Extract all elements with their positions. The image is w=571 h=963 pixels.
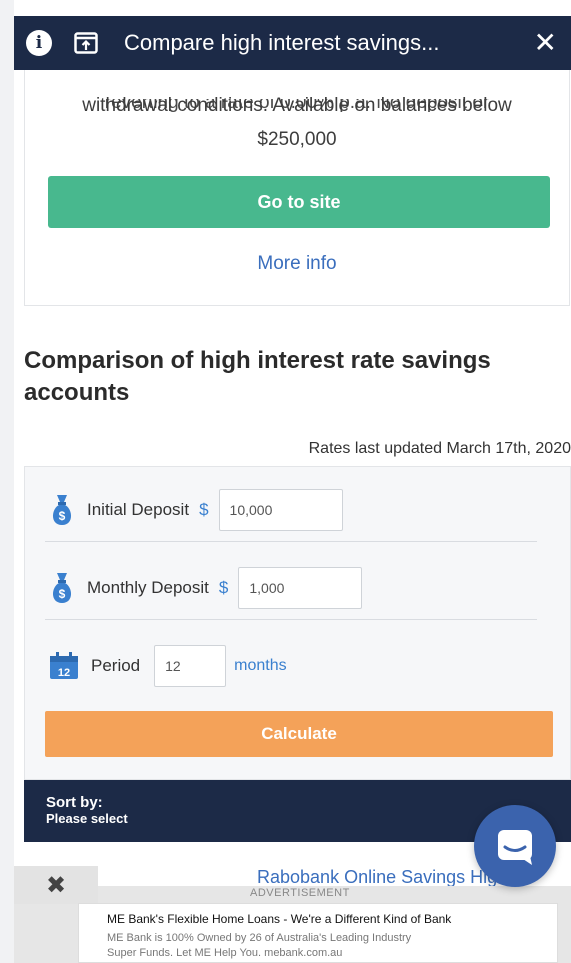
initial-deposit-input[interactable]: 10,000 <box>218 489 343 531</box>
bank-product-link[interactable]: Rabobank Online Savings High <box>257 867 507 888</box>
ad-content[interactable]: ME Bank's Flexible Home Loans - We're a … <box>78 903 558 963</box>
monthly-deposit-row: $ Monthly Deposit $ 1,000 <box>49 565 537 611</box>
go-to-site-button[interactable]: Go to site <box>48 176 550 228</box>
calendar-number: 12 <box>58 667 70 679</box>
divider <box>45 619 537 620</box>
chat-button[interactable] <box>474 805 556 887</box>
calculate-button[interactable]: Calculate <box>45 711 553 757</box>
initial-deposit-row: $ Initial Deposit $ 10,000 <box>49 487 537 533</box>
ad-title: ME Bank's Flexible Home Loans - We're a … <box>107 912 452 926</box>
svg-text:$: $ <box>59 509 66 523</box>
close-icon[interactable]: ✕ <box>534 29 557 57</box>
top-bar: i Compare high interest savings... ✕ <box>14 16 571 70</box>
savings-calculator: $ Initial Deposit $ 10,000 $ Monthly Dep… <box>24 466 571 780</box>
ad-close-button[interactable]: ✖ <box>14 866 98 904</box>
ad-label: ADVERTISEMENT <box>250 887 350 899</box>
more-info-link[interactable]: More info <box>25 253 569 275</box>
ad-body-line: Super Funds. Let ME Help You. mebank.com… <box>107 947 343 959</box>
money-bag-icon: $ <box>52 495 72 525</box>
monthly-deposit-input[interactable]: 1,000 <box>238 567 363 609</box>
monthly-currency-symbol: $ <box>218 578 229 597</box>
initial-deposit-label: Initial Deposit <box>87 500 190 519</box>
period-input[interactable]: 12 <box>154 645 227 687</box>
period-unit-label: months <box>234 657 287 674</box>
initial-currency-symbol: $ <box>199 500 209 519</box>
ad-body: ME Bank is 100% Owned by 26 of Australia… <box>107 931 557 961</box>
sort-title: Sort by: <box>46 794 103 811</box>
savings-product-card: reverting to a rate of 0.00% p.a. No dep… <box>24 40 570 306</box>
period-row: 12 Period 12 months <box>49 643 537 689</box>
comparison-heading: Comparison of high interest rate savings… <box>24 347 491 406</box>
share-icon[interactable] <box>74 32 98 54</box>
monthly-deposit-label: Monthly Deposit <box>87 578 209 597</box>
money-bag-icon: $ <box>52 573 72 603</box>
page-title: Compare high interest savings... <box>124 30 440 55</box>
info-icon[interactable]: i <box>26 30 52 56</box>
period-label: Period <box>91 656 141 675</box>
svg-text:$: $ <box>59 587 66 601</box>
calendar-icon: 12 <box>50 652 78 679</box>
chat-icon <box>498 830 532 865</box>
product-description: withdrawal conditions. Available on bala… <box>82 95 512 150</box>
divider <box>45 541 537 542</box>
rates-updated-text: Rates last updated March 17th, 2020 <box>308 440 571 457</box>
ad-body-line: ME Bank is 100% Owned by 26 of Australia… <box>107 932 412 944</box>
